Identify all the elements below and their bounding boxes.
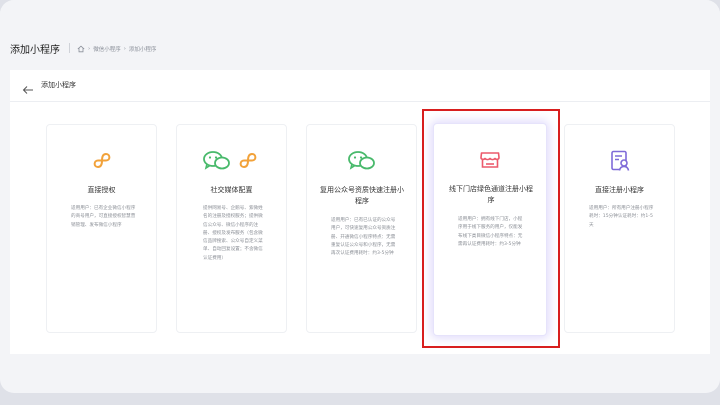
card-direct-register[interactable]: 直接注册小程序 适用用户：所有用户注册小程序耗时：15分钟认证耗时：约1-5天 [564,124,675,333]
card-title: 直接注册小程序 [595,186,644,194]
breadcrumb-item-mini-program[interactable]: 微信小程序 [93,45,121,53]
highlight-annotation-box [422,109,560,348]
card-description: 提供网易号、企鹅号、紫微姓名的注册及授权服务；提供微信公众号、微信小程序的注册、… [203,206,263,261]
page-title: 添加小程序 [10,45,60,56]
card-title: 复用公众号资质快速注册小程序 [320,186,404,205]
back-arrow-icon[interactable] [22,80,34,99]
card-title: 直接授权 [87,186,116,194]
panel-header: 添加小程序 [10,70,710,102]
mini-program-icon [235,148,261,178]
card-social-media-config[interactable]: 社交媒体配置 提供网易号、企鹅号、紫微姓名的注册及授权服务；提供微信公众号、微信… [176,124,287,333]
card-description: 适用用户：已有已认证的公众号用户，可快速复用公众号资质注册、开通微信小程序特点：… [331,218,396,257]
card-reuse-official-account[interactable]: 复用公众号资质快速注册小程序 适用用户：已有已认证的公众号用户，可快速复用公众号… [306,124,417,333]
breadcrumb-separator: › [123,46,126,52]
wechat-icon [202,148,232,178]
card-title: 社交媒体配置 [210,186,253,194]
card-direct-authorize[interactable]: 直接授权 适用用户：已有企业微信小程序的商号用户，可直接授权智慧营销管理、发布微… [46,124,157,333]
top-bar: 添加小程序 › 微信小程序 › 添加小程序 [0,0,720,68]
register-icon [607,148,633,178]
breadcrumb-item-add-mini-program: 添加小程序 [128,47,157,53]
mini-program-icon [89,148,115,178]
title-divider [69,43,70,53]
wechat-icon [347,148,377,178]
card-description: 适用用户：已有企业微信小程序的商号用户，可直接授权智慧营销管理、发布微信小程序 [71,206,136,228]
app-frame: 添加小程序 › 微信小程序 › 添加小程序 添加小程序 直接授权 适用用户：已有… [0,0,720,393]
breadcrumb: › 微信小程序 › 添加小程序 [77,43,156,55]
panel-title: 添加小程序 [41,81,76,89]
card-description: 适用用户：所有用户注册小程序耗时：15分钟认证耗时：约1-5天 [589,206,654,228]
home-icon[interactable] [77,45,85,53]
breadcrumb-separator: › [88,46,91,52]
